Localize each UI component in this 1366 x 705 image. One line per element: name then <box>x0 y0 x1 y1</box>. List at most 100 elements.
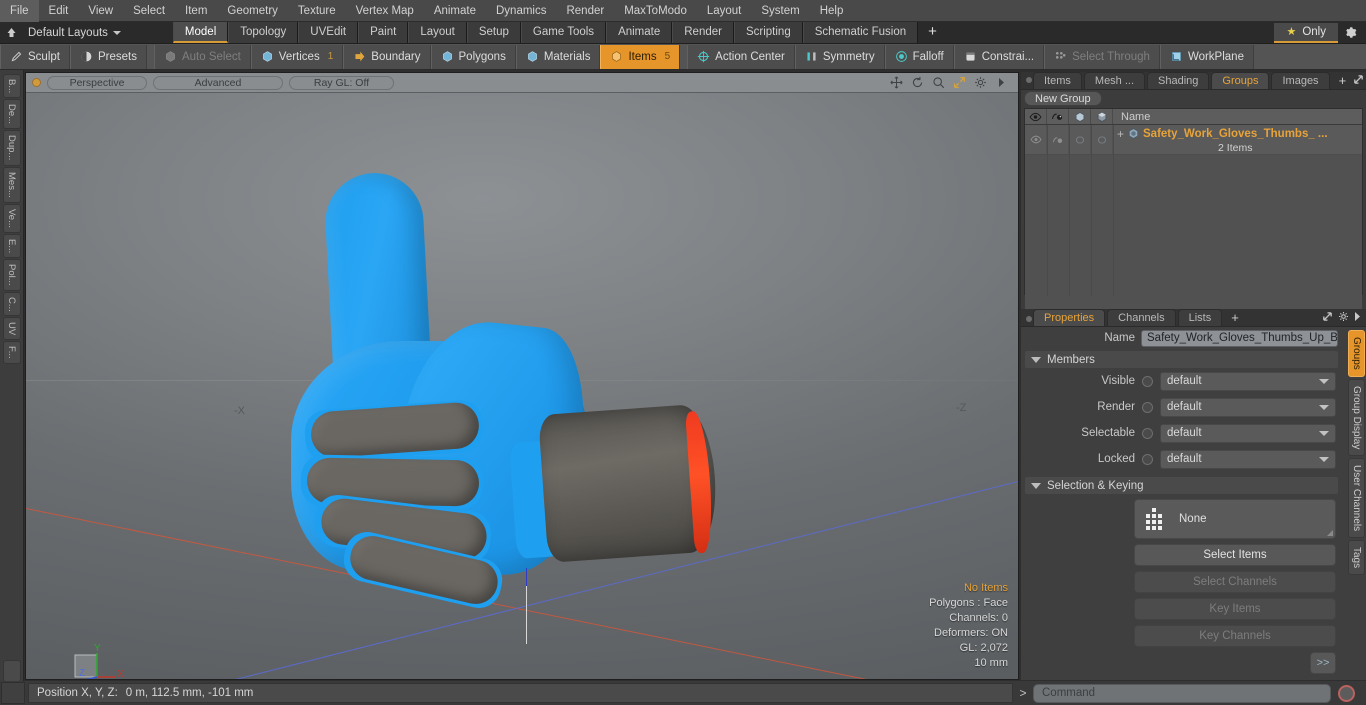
row-render-toggle[interactable] <box>1047 125 1069 154</box>
rotate-icon[interactable] <box>910 76 924 90</box>
row-visibility-toggle[interactable] <box>1025 125 1047 154</box>
symmetry-button[interactable]: Symmetry <box>794 44 885 69</box>
tab-lists[interactable]: Lists <box>1177 309 1223 326</box>
fit-icon[interactable] <box>952 76 966 90</box>
panel-pin-icon[interactable] <box>1025 71 1033 89</box>
left-strip-extra-button[interactable] <box>2 660 21 682</box>
properties-gear-icon[interactable] <box>1338 311 1349 325</box>
workplane-button[interactable]: WorkPlane <box>1159 44 1254 69</box>
layout-tab-topology[interactable]: Topology <box>228 22 299 43</box>
layout-tab-render[interactable]: Render <box>672 22 734 43</box>
members-section-header[interactable]: Members <box>1025 351 1338 368</box>
presets-button[interactable]: Presets <box>69 44 147 69</box>
record-icon[interactable] <box>1338 684 1355 702</box>
menu-item-edit[interactable]: Edit <box>39 0 79 22</box>
side-tab-group-display[interactable]: Group Display <box>1348 378 1365 457</box>
menu-item-view[interactable]: View <box>78 0 123 22</box>
polygons-mode-button[interactable]: Polygons <box>430 44 516 69</box>
menu-item-help[interactable]: Help <box>810 0 854 22</box>
left-tab-mesh[interactable]: Mes... <box>2 166 21 203</box>
group-list[interactable]: Name + Safety_Work_Gloves_Thumbs_ ... 2 … <box>1024 108 1363 340</box>
table-row[interactable]: + Safety_Work_Gloves_Thumbs_ ... 2 Items <box>1025 125 1362 155</box>
add-panel-tab-button[interactable]: + <box>1332 73 1354 89</box>
constraints-button[interactable]: Constrai... <box>953 44 1045 69</box>
menu-item-select[interactable]: Select <box>123 0 175 22</box>
gear-icon[interactable] <box>1338 22 1362 44</box>
tab-channels[interactable]: Channels <box>1107 309 1176 326</box>
layout-tab-paint[interactable]: Paint <box>358 22 409 43</box>
left-tab-curve[interactable]: C... <box>2 291 21 317</box>
menu-item-geometry[interactable]: Geometry <box>217 0 288 22</box>
vertices-mode-button[interactable]: Vertices 1 <box>250 44 344 69</box>
render-radio[interactable] <box>1142 401 1153 413</box>
layout-preset-dropdown[interactable]: Default Layouts <box>22 22 129 44</box>
layout-tab-animate[interactable]: Animate <box>606 22 673 43</box>
menu-item-system[interactable]: System <box>751 0 809 22</box>
action-center-button[interactable]: Action Center <box>687 44 795 69</box>
layout-tab-setup[interactable]: Setup <box>466 22 521 43</box>
chevron-right-icon[interactable] <box>994 76 1008 90</box>
menu-item-dynamics[interactable]: Dynamics <box>486 0 556 22</box>
side-tab-user-channels[interactable]: User Channels <box>1348 458 1365 539</box>
tab-items[interactable]: Items <box>1033 72 1082 89</box>
group-row-name-cell[interactable]: + Safety_Work_Gloves_Thumbs_ ... 2 Items <box>1113 125 1362 154</box>
expand-panel-icon[interactable] <box>1353 74 1364 88</box>
viewport-view-mode-dropdown[interactable]: Perspective <box>47 75 147 90</box>
column-render[interactable] <box>1047 109 1069 124</box>
gear-icon[interactable] <box>973 76 987 90</box>
column-cube-outline[interactable] <box>1069 109 1091 124</box>
selectable-dropdown[interactable]: default <box>1160 423 1336 443</box>
left-tab-uv[interactable]: UV <box>2 317 21 341</box>
expander-icon[interactable]: + <box>1117 127 1124 141</box>
row-selectable-toggle[interactable] <box>1069 125 1091 154</box>
column-cube-shaded[interactable] <box>1091 109 1113 124</box>
expand-properties-icon[interactable] <box>1322 311 1333 325</box>
layout-tab-schematic-fusion[interactable]: Schematic Fusion <box>802 22 919 43</box>
forward-button[interactable]: >> <box>1310 652 1336 674</box>
menu-item-animate[interactable]: Animate <box>424 0 486 22</box>
left-tab-edge[interactable]: E... <box>2 233 21 258</box>
zoom-icon[interactable] <box>931 76 945 90</box>
menu-item-render[interactable]: Render <box>556 0 614 22</box>
viewport-canvas[interactable]: -X -Z X Y Z No Items Polygons: Face Cha… <box>26 93 1018 679</box>
layout-tab-uvedit[interactable]: UVEdit <box>298 22 359 43</box>
sculpt-button[interactable]: Sculpt <box>0 44 70 69</box>
viewport-shading-dropdown[interactable]: Advanced <box>153 75 283 90</box>
visible-radio[interactable] <box>1142 375 1153 387</box>
properties-pin-icon[interactable] <box>1025 314 1033 326</box>
bottom-left-button[interactable] <box>1 682 25 704</box>
left-tab-polygon[interactable]: Pol... <box>2 258 21 291</box>
row-locked-toggle[interactable] <box>1091 125 1113 154</box>
left-tab-duplicate[interactable]: Dup... <box>2 130 21 166</box>
menu-item-file[interactable]: File <box>0 0 39 22</box>
tab-images[interactable]: Images <box>1271 72 1330 89</box>
tab-mesh[interactable]: Mesh ... <box>1083 72 1146 89</box>
left-tab-vertex[interactable]: Ve... <box>2 203 21 233</box>
materials-mode-button[interactable]: Materials <box>515 44 601 69</box>
chevron-right-icon[interactable] <box>1354 312 1361 324</box>
new-group-button[interactable]: New Group <box>1024 91 1102 106</box>
tab-groups[interactable]: Groups <box>1211 72 1270 89</box>
side-tab-groups[interactable]: Groups <box>1348 330 1365 377</box>
layout-tab-model[interactable]: Model <box>172 22 229 43</box>
viewport-3d[interactable]: Perspective Advanced Ray GL: Off -X -Z X… <box>25 72 1019 680</box>
only-toggle-button[interactable]: ★ Only <box>1274 22 1338 43</box>
add-properties-tab-button[interactable]: + <box>1224 310 1246 326</box>
render-dropdown[interactable]: default <box>1160 397 1336 417</box>
group-name-input[interactable]: Safety_Work_Gloves_Thumbs_Up_Blu <box>1141 329 1338 347</box>
locked-radio[interactable] <box>1142 453 1153 465</box>
falloff-button[interactable]: Falloff <box>884 44 954 69</box>
left-tab-basic[interactable]: B... <box>2 74 21 99</box>
items-mode-button[interactable]: Items 5 <box>600 44 681 69</box>
home-icon[interactable] <box>0 22 22 44</box>
layout-tab-layout[interactable]: Layout <box>408 22 467 43</box>
side-tab-tags[interactable]: Tags <box>1348 540 1365 576</box>
layout-tab-scripting[interactable]: Scripting <box>733 22 803 43</box>
menu-item-layout[interactable]: Layout <box>697 0 752 22</box>
move-icon[interactable] <box>889 76 903 90</box>
selection-keying-section-header[interactable]: Selection & Keying <box>1025 477 1338 494</box>
left-tab-deform[interactable]: De... <box>2 99 21 130</box>
add-layout-tab-button[interactable]: + <box>918 22 947 44</box>
left-tab-fusion[interactable]: F... <box>2 341 21 365</box>
model-safety-glove[interactable] <box>281 170 720 623</box>
